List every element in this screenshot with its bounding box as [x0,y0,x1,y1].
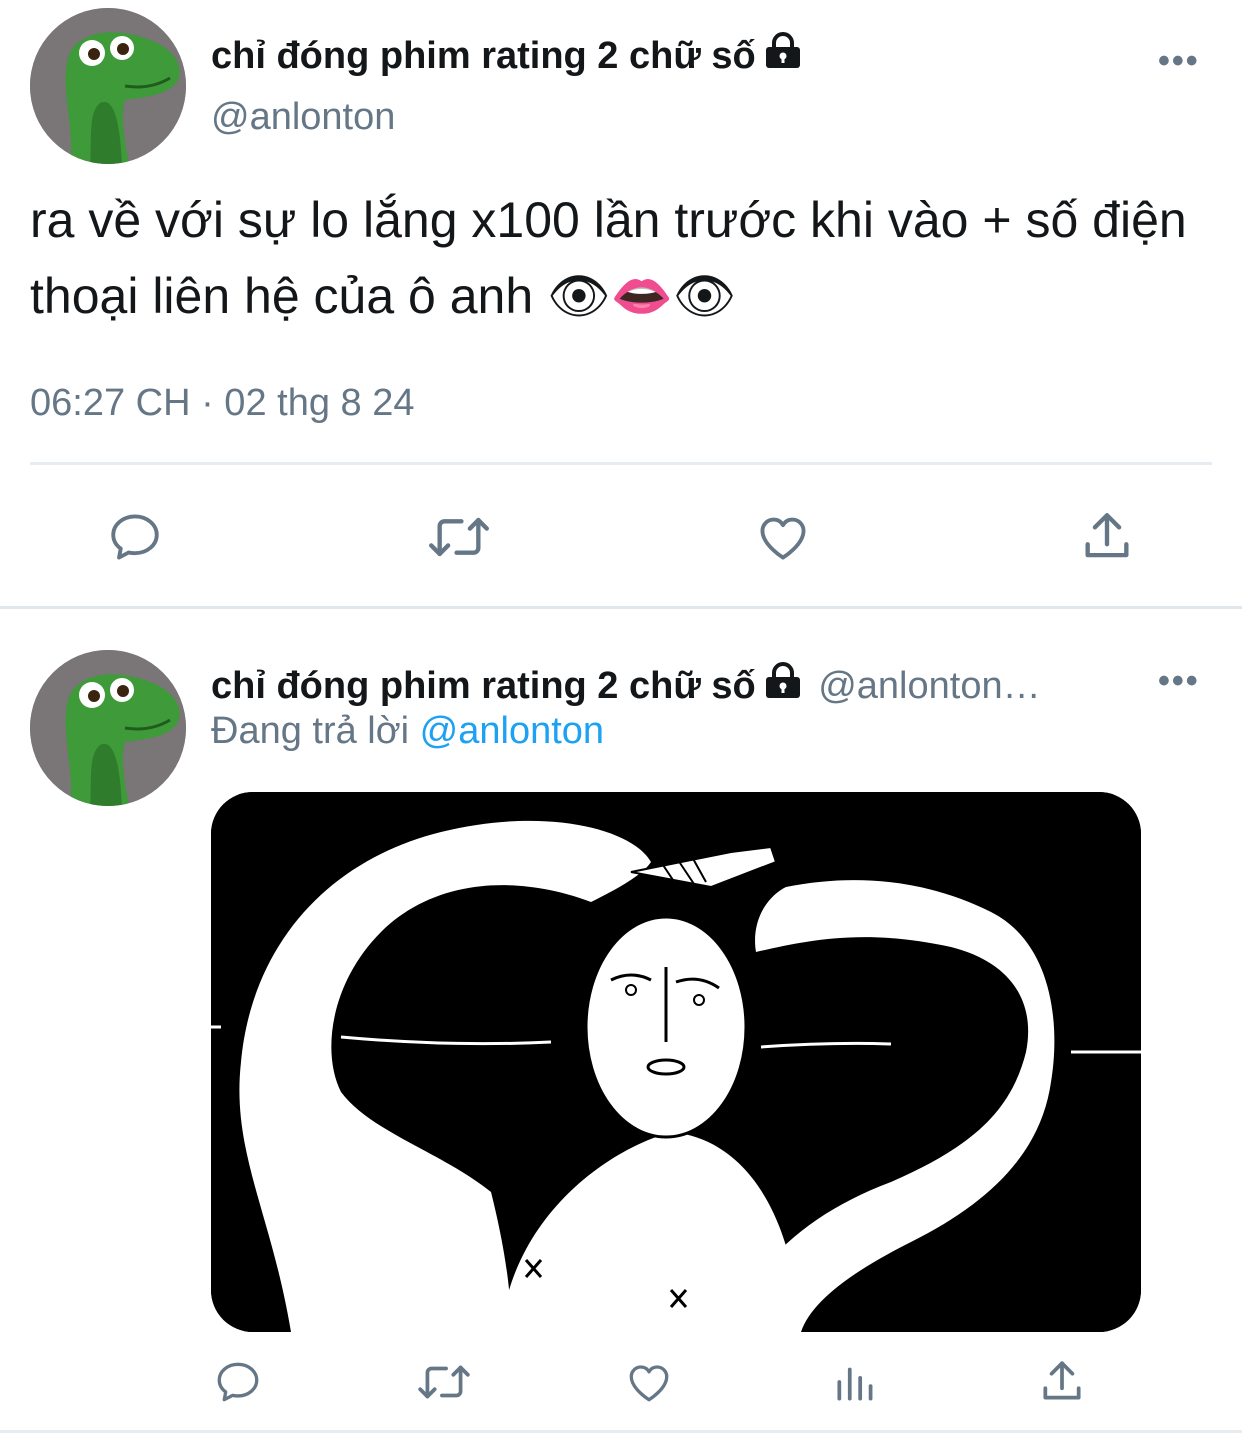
like-button[interactable] [752,506,814,568]
retweet-button[interactable] [424,506,494,568]
display-name[interactable]: chỉ đóng phim rating 2 chữ số [211,32,802,75]
reply-reply-button[interactable] [212,1356,264,1408]
reply-icon [217,1362,259,1402]
reply-media-image[interactable] [211,792,1141,1332]
reply-more-options-button[interactable]: ••• [1158,664,1200,698]
reply-handle[interactable]: @anlonton… [818,665,1040,707]
handle[interactable]: @anlonton [211,98,395,136]
replying-to: Đang trả lời @anlonton [211,712,604,750]
tweet-text: ra về với sự lo lắng x100 lần trước khi … [30,192,1187,324]
reply-retweet-button[interactable] [414,1356,474,1408]
meme-drawing [211,792,1141,1332]
tweet-timestamp[interactable]: 06:27 CH · 02 thg 8 24 [30,384,414,422]
tweet-separator [0,606,1242,609]
share-icon [1085,513,1129,558]
reply-share-button[interactable] [1036,1356,1088,1408]
analytics-icon [837,1367,873,1401]
avatar[interactable] [30,8,186,164]
like-icon [629,1365,669,1402]
lock-icon [764,662,802,703]
share-icon [1043,1361,1081,1400]
reply-icon [111,514,159,560]
like-icon [760,517,806,560]
share-button[interactable] [1076,506,1138,568]
reply-header: chỉ đóng phim rating 2 chữ số @anlonton… [211,662,1041,705]
lock-icon [764,32,802,75]
reply-avatar[interactable] [30,650,186,806]
reply-like-button[interactable] [622,1356,676,1408]
replying-to-mention[interactable]: @anlonton [420,710,604,752]
reply-button[interactable] [104,506,166,568]
more-options-button[interactable]: ••• [1158,44,1200,78]
divider [30,462,1212,465]
bottom-divider [0,1430,1242,1433]
display-name-text[interactable]: chỉ đóng phim rating 2 chữ số [211,35,756,77]
reply-display-name[interactable]: chỉ đóng phim rating 2 chữ số [211,665,756,707]
retweet-icon [429,517,489,557]
replying-to-prefix: Đang trả lời [211,710,410,752]
reply-analytics-button[interactable] [830,1356,882,1408]
retweet-icon [418,1365,470,1399]
